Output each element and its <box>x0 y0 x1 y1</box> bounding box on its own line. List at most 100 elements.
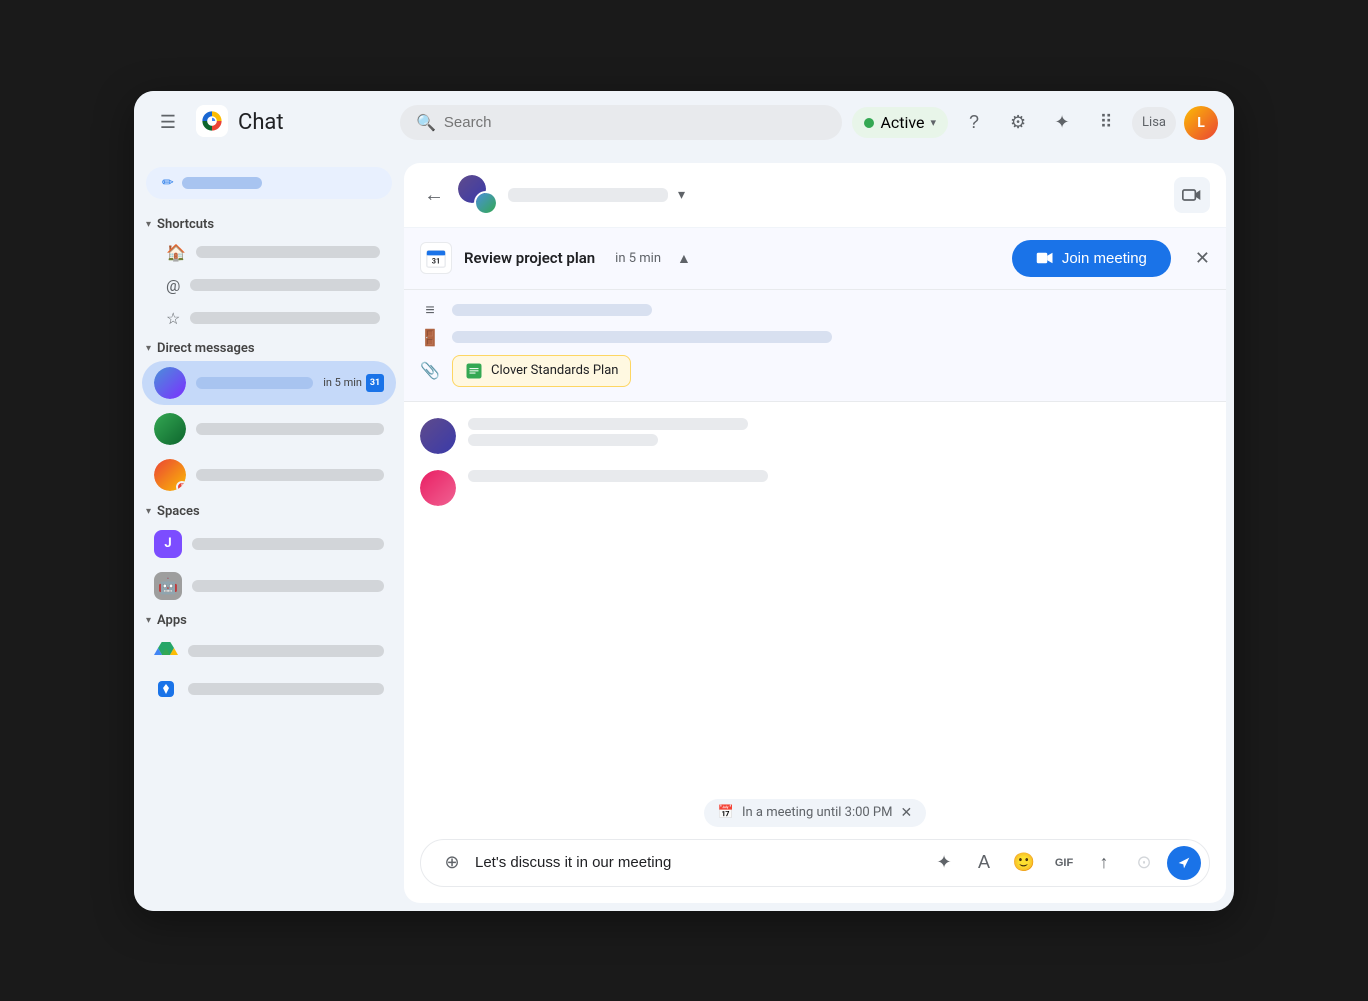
meeting-title: Review project plan <box>464 249 595 267</box>
meeting-time: in 5 min <box>615 251 661 266</box>
dm-item-2[interactable] <box>142 407 396 451</box>
help-button[interactable]: ? <box>956 105 992 141</box>
input-box: ⊕ ✦ A 🙂 GIF ↑ ⊙ <box>420 839 1210 887</box>
shortcut-label <box>190 279 380 291</box>
space-label <box>192 538 384 550</box>
gemini-button[interactable]: ✦ <box>1044 105 1080 141</box>
status-pill[interactable]: Active ▾ <box>852 107 948 138</box>
topbar: ☰ Chat 🔍 <box>134 91 1234 155</box>
settings-button[interactable]: ⚙ <box>1000 105 1036 141</box>
detail-row-1: ≡ <box>420 300 1210 320</box>
upload-button[interactable]: ↑ <box>1087 846 1121 880</box>
detail-row-2: 🚪 <box>420 328 1210 347</box>
expand-banner-button[interactable]: ▲ <box>677 250 691 267</box>
send-icon <box>1176 855 1192 871</box>
svg-text:31: 31 <box>432 257 440 266</box>
video-join-icon <box>1036 251 1054 265</box>
msg-content-2 <box>468 470 768 482</box>
search-wrap[interactable]: 🔍 <box>400 105 842 140</box>
chat-header: ← ▾ <box>404 163 1226 228</box>
sparkle-button[interactable]: ✦ <box>927 846 961 880</box>
space-item-j[interactable]: J <box>142 524 396 564</box>
google-apps-button[interactable]: ⠿ <box>1088 105 1124 141</box>
app-label-diamond <box>188 683 384 695</box>
header-avatar-2 <box>474 191 498 215</box>
spaces-section-header[interactable]: ▾ Spaces <box>134 498 404 523</box>
chevron-icon: ▾ <box>146 615 151 626</box>
dm-avatar-2 <box>154 413 186 445</box>
sheets-icon <box>465 362 483 380</box>
attachment-chip[interactable]: Clover Standards Plan <box>452 355 631 387</box>
main-body: ✏ ▾ Shortcuts 🏠 @ ☆ ▾ <box>134 155 1234 911</box>
dm-avatar-group <box>154 367 186 399</box>
back-button[interactable]: ← <box>420 178 448 211</box>
calendar-badge-icon: 31 <box>366 374 384 392</box>
msg-avatar-2 <box>420 470 456 506</box>
emoji-button[interactable]: 🙂 <box>1007 846 1041 880</box>
dm-name-2 <box>196 423 384 435</box>
search-icon: 🔍 <box>416 113 436 132</box>
gif-button[interactable]: GIF <box>1047 846 1081 880</box>
app-item-diamond[interactable] <box>142 671 396 707</box>
calendar-icon: 31 <box>420 242 452 274</box>
at-icon: @ <box>166 276 180 295</box>
shortcuts-section-header[interactable]: ▾ Shortcuts <box>134 211 404 236</box>
chevron-icon: ▾ <box>146 219 151 230</box>
dm-name <box>196 377 313 389</box>
spaces-title: Spaces <box>157 504 200 519</box>
door-icon: 🚪 <box>420 328 440 347</box>
join-meeting-button[interactable]: Join meeting <box>1012 240 1171 277</box>
apps-section-header[interactable]: ▾ Apps <box>134 607 404 632</box>
space-label-2 <box>192 580 384 592</box>
space-avatar-j: J <box>154 530 182 558</box>
menu-button[interactable]: ☰ <box>150 105 186 141</box>
send-button[interactable] <box>1167 846 1201 880</box>
record-button[interactable]: ⊙ <box>1127 846 1161 880</box>
chat-title <box>508 188 668 202</box>
sidebar-item-home[interactable]: 🏠 <box>142 237 396 268</box>
format-button[interactable]: A <box>967 846 1001 880</box>
video-call-button[interactable] <box>1174 177 1210 213</box>
dm-avatar-3: ! <box>154 459 186 491</box>
chevron-icon: ▾ <box>146 343 151 354</box>
meeting-status-icon: 📅 <box>718 805 734 820</box>
star-icon: ☆ <box>166 309 180 328</box>
chat-area: ← ▾ <box>404 163 1226 903</box>
home-icon: 🏠 <box>166 243 186 262</box>
app-item-drive[interactable] <box>142 633 396 669</box>
space-item-bot[interactable]: 🤖 <box>142 566 396 606</box>
meeting-banner: 31 Review project plan in 5 min ▲ Join m… <box>404 228 1226 290</box>
search-input[interactable] <box>444 114 827 131</box>
dm-section-header[interactable]: ▾ Direct messages <box>134 335 404 360</box>
sidebar-item-starred[interactable]: ☆ <box>142 303 396 334</box>
message-input[interactable] <box>475 854 921 871</box>
dm-item-active[interactable]: in 5 min 31 <box>142 361 396 405</box>
msg-line-3 <box>468 470 768 482</box>
attachment-name: Clover Standards Plan <box>491 363 618 378</box>
status-bar-wrap: 📅 In a meeting until 3:00 PM ✕ <box>404 795 1226 831</box>
list-icon: ≡ <box>420 300 440 320</box>
sidebar: ✏ ▾ Shortcuts 🏠 @ ☆ ▾ <box>134 155 404 911</box>
user-avatar[interactable]: L <box>1184 106 1218 140</box>
dismiss-status-button[interactable]: ✕ <box>900 805 912 821</box>
new-chat-button[interactable]: ✏ <box>146 167 392 199</box>
meeting-details: ≡ 🚪 📎 <box>404 290 1226 402</box>
msg-content-1 <box>468 418 748 446</box>
app-window: ☰ Chat 🔍 <box>134 91 1234 911</box>
attachment-row: 📎 Clover Standards Plan <box>420 355 1210 387</box>
diamond-icon <box>154 677 178 701</box>
video-icon <box>1182 187 1202 203</box>
topbar-left: ☰ Chat <box>150 105 390 141</box>
app-logo <box>196 105 228 141</box>
sidebar-item-mentions[interactable]: @ <box>142 270 396 301</box>
close-banner-button[interactable]: ✕ <box>1195 248 1210 269</box>
title-chevron-icon[interactable]: ▾ <box>678 187 685 203</box>
add-button[interactable]: ⊕ <box>435 846 469 880</box>
dm-time: in 5 min <box>323 376 362 389</box>
detail-content-1 <box>452 304 652 316</box>
detail-content-2 <box>452 331 832 343</box>
chevron-icon: ▾ <box>146 506 151 517</box>
dm-title: Direct messages <box>157 341 255 356</box>
status-bar: 📅 In a meeting until 3:00 PM ✕ <box>704 799 926 827</box>
dm-item-3[interactable]: ! <box>142 453 396 497</box>
